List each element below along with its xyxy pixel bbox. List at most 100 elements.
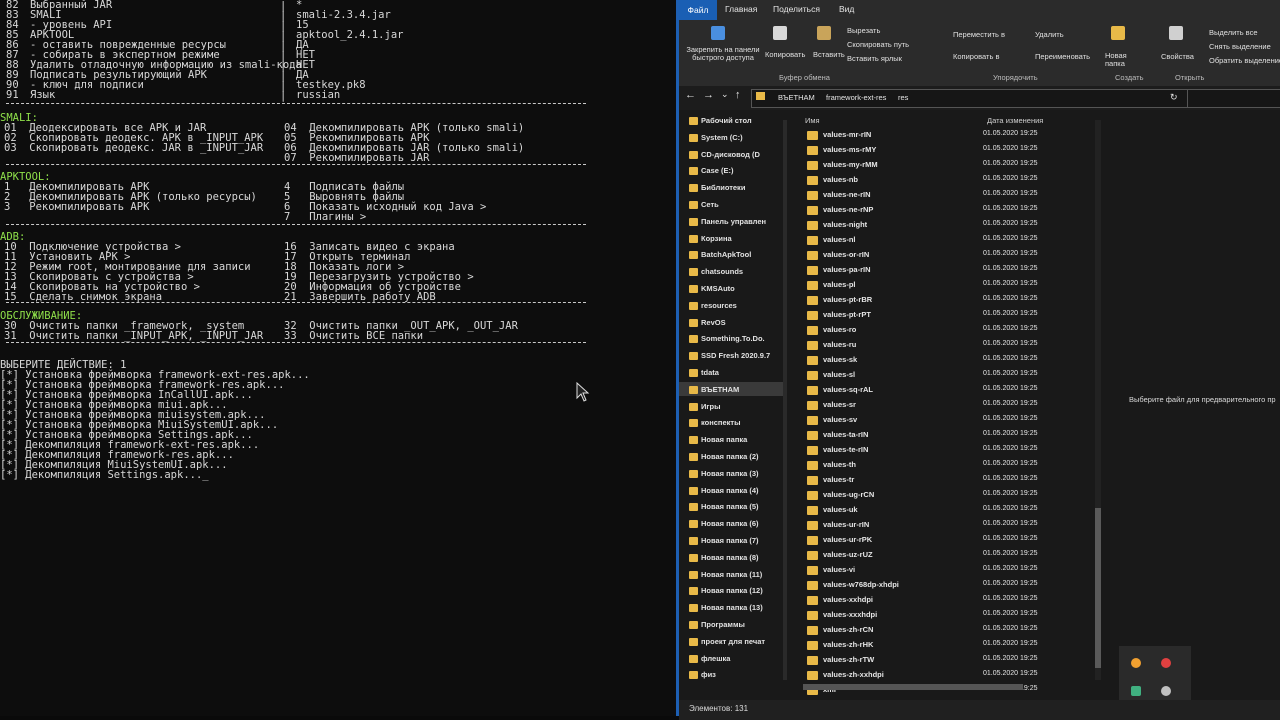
nav-item[interactable]: System (C:): [701, 133, 743, 142]
nav-item[interactable]: Новая папка (12): [701, 586, 763, 595]
breadcrumb-item[interactable]: framework-ext-res: [826, 93, 886, 102]
tab-share[interactable]: Поделиться: [773, 4, 820, 14]
copy-to-button[interactable]: Копировать в: [953, 52, 999, 61]
horizontal-scrollbar[interactable]: [803, 684, 1023, 690]
file-row[interactable]: values-tr 01.05.2020 19:25: [797, 473, 1097, 488]
address-bar[interactable]: ВЪЕТНАМ framework-ext-res res ↻: [751, 89, 1193, 108]
file-row[interactable]: values-w768dp-xhdpi 01.05.2020 19:25: [797, 578, 1097, 593]
chevron-down-icon[interactable]: ⌄: [721, 89, 729, 100]
nav-item[interactable]: Новая папка (2): [701, 452, 759, 461]
file-row[interactable]: values-vi 01.05.2020 19:25: [797, 563, 1097, 578]
nav-item[interactable]: Новая папка (3): [701, 469, 759, 478]
nav-item[interactable]: конспекты: [701, 418, 740, 427]
tray-app-icon[interactable]: [1161, 658, 1171, 668]
nav-item[interactable]: Игры: [701, 402, 721, 411]
file-row[interactable]: values-sr 01.05.2020 19:25: [797, 398, 1097, 413]
copy-button[interactable]: Копировать: [765, 50, 805, 59]
file-row[interactable]: values-ur-rPK 01.05.2020 19:25: [797, 533, 1097, 548]
file-row[interactable]: values-xxxhdpi 01.05.2020 19:25: [797, 608, 1097, 623]
nav-item[interactable]: проект для печат: [701, 637, 765, 646]
tab-file[interactable]: Файл: [679, 0, 717, 20]
file-row[interactable]: values-night 01.05.2020 19:25: [797, 218, 1097, 233]
invert-selection-button[interactable]: Обратить выделение: [1209, 56, 1280, 65]
file-row[interactable]: values-ug-rCN 01.05.2020 19:25: [797, 488, 1097, 503]
tray-app-icon[interactable]: [1131, 686, 1141, 696]
select-none-button[interactable]: Снять выделение: [1209, 42, 1271, 51]
paste-shortcut-button[interactable]: Вставить ярлык: [847, 54, 902, 63]
file-row[interactable]: values-pt-rBR 01.05.2020 19:25: [797, 293, 1097, 308]
paste-button[interactable]: Вставить: [813, 50, 845, 59]
delete-button[interactable]: Удалить: [1035, 30, 1064, 39]
file-row[interactable]: values-th 01.05.2020 19:25: [797, 458, 1097, 473]
file-row[interactable]: values-xxhdpi 01.05.2020 19:25: [797, 593, 1097, 608]
file-row[interactable]: values-ne-rIN 01.05.2020 19:25: [797, 188, 1097, 203]
nav-item[interactable]: физ: [701, 670, 716, 679]
nav-item[interactable]: Новая папка (13): [701, 603, 763, 612]
tab-view[interactable]: Вид: [839, 4, 854, 14]
copy-path-button[interactable]: Скопировать путь: [847, 40, 909, 49]
nav-item[interactable]: Case (E:): [701, 166, 734, 175]
file-row[interactable]: values-pa-rIN 01.05.2020 19:25: [797, 263, 1097, 278]
nav-item[interactable]: Новая папка (7): [701, 536, 759, 545]
nav-item[interactable]: Новая папка: [701, 435, 747, 444]
file-row[interactable]: values-ms-rMY 01.05.2020 19:25: [797, 143, 1097, 158]
file-row[interactable]: values-ta-rIN 01.05.2020 19:25: [797, 428, 1097, 443]
nav-item[interactable]: Библиотеки: [701, 183, 745, 192]
file-row[interactable]: values-sq-rAL 01.05.2020 19:25: [797, 383, 1097, 398]
nav-item[interactable]: CD-дисковод (D: [701, 150, 760, 159]
file-row[interactable]: values-te-rIN 01.05.2020 19:25: [797, 443, 1097, 458]
nav-item[interactable]: Сеть: [701, 200, 719, 209]
nav-item[interactable]: tdata: [701, 368, 719, 377]
nav-item[interactable]: Панель управлен: [701, 217, 766, 226]
file-row[interactable]: values-sv 01.05.2020 19:25: [797, 413, 1097, 428]
nav-item[interactable]: ВЪЕТНАМ: [701, 385, 739, 394]
file-row[interactable]: values-sl 01.05.2020 19:25: [797, 368, 1097, 383]
file-row[interactable]: values-zh-rHK 01.05.2020 19:25: [797, 638, 1097, 653]
tray-app-icon[interactable]: [1161, 686, 1171, 696]
pin-quick-access-button[interactable]: Закрепить на панели быстрого доступа: [681, 46, 765, 62]
tab-home[interactable]: Главная: [725, 4, 757, 14]
rename-button[interactable]: Переименовать: [1035, 52, 1090, 61]
nav-item[interactable]: Новая папка (6): [701, 519, 759, 528]
select-all-button[interactable]: Выделить все: [1209, 28, 1258, 37]
file-row[interactable]: values-nb 01.05.2020 19:25: [797, 173, 1097, 188]
file-row[interactable]: values-zh-rCN 01.05.2020 19:25: [797, 623, 1097, 638]
back-arrow-icon[interactable]: ←: [685, 89, 696, 101]
file-row[interactable]: values-my-rMM 01.05.2020 19:25: [797, 158, 1097, 173]
nav-item[interactable]: Корзина: [701, 234, 732, 243]
nav-item[interactable]: Рабочий стол: [701, 116, 752, 125]
nav-item[interactable]: resources: [701, 301, 737, 310]
file-row[interactable]: values-sk 01.05.2020 19:25: [797, 353, 1097, 368]
nav-item[interactable]: Программы: [701, 620, 745, 629]
file-row[interactable]: values-zh-xxhdpi 01.05.2020 19:25: [797, 668, 1097, 683]
properties-button[interactable]: Свойства: [1161, 52, 1194, 61]
breadcrumb-item[interactable]: res: [898, 93, 908, 102]
nav-item[interactable]: Новая папка (4): [701, 486, 759, 495]
move-to-button[interactable]: Переместить в: [953, 30, 1005, 39]
nav-item[interactable]: BatchApkTool: [701, 250, 751, 259]
scrollbar-thumb[interactable]: [1095, 508, 1101, 668]
cut-button[interactable]: Вырезать: [847, 26, 880, 35]
file-row[interactable]: values-zh-rTW 01.05.2020 19:25: [797, 653, 1097, 668]
file-row[interactable]: values-ro 01.05.2020 19:25: [797, 323, 1097, 338]
new-folder-button[interactable]: Новая папка: [1105, 52, 1135, 68]
nav-item[interactable]: Новая папка (11): [701, 570, 762, 579]
nav-scrollbar[interactable]: [783, 120, 787, 680]
file-row[interactable]: values-mr-rIN 01.05.2020 19:25: [797, 128, 1097, 143]
nav-item[interactable]: Something.To.Do.: [701, 334, 765, 343]
up-arrow-icon[interactable]: ↑: [735, 89, 741, 101]
file-row[interactable]: values-uz-rUZ 01.05.2020 19:25: [797, 548, 1097, 563]
nav-item[interactable]: chatsounds: [701, 267, 743, 276]
file-row[interactable]: values-pl 01.05.2020 19:25: [797, 278, 1097, 293]
file-row[interactable]: values-or-rIN 01.05.2020 19:25: [797, 248, 1097, 263]
file-row[interactable]: values-pt-rPT 01.05.2020 19:25: [797, 308, 1097, 323]
nav-item[interactable]: KMSAuto: [701, 284, 735, 293]
file-row[interactable]: values-nl 01.05.2020 19:25: [797, 233, 1097, 248]
nav-item[interactable]: SSD Fresh 2020.9.7: [701, 351, 770, 360]
breadcrumb-item[interactable]: ВЪЕТНАМ: [778, 93, 815, 102]
nav-item[interactable]: Новая папка (8): [701, 553, 759, 562]
file-row[interactable]: values-ru 01.05.2020 19:25: [797, 338, 1097, 353]
nav-item[interactable]: Новая папка (5): [701, 502, 759, 511]
search-input[interactable]: [1187, 89, 1280, 108]
refresh-icon[interactable]: ↻: [1170, 92, 1178, 103]
